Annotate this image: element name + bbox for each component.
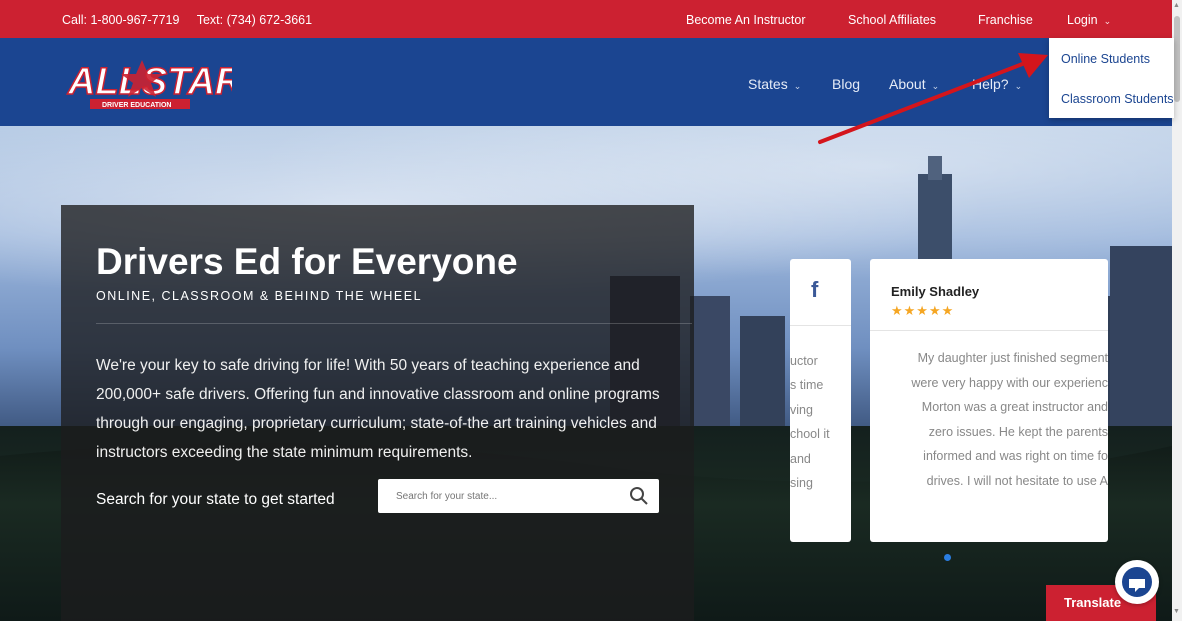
top-utility-bar: Call: 1-800-967-7719 Text: (734) 672-366…	[0, 0, 1172, 38]
review-fragment: s time	[790, 378, 824, 392]
review-text-line: Morton was a great instructor and	[921, 400, 1108, 414]
search-icon[interactable]	[629, 486, 649, 506]
scrollbar-thumb[interactable]	[1174, 16, 1180, 102]
review-text-line: zero issues. He kept the parents	[928, 425, 1108, 439]
login-dropdown: Online Students Classroom Students	[1049, 38, 1174, 118]
carousel-dot[interactable]	[944, 554, 951, 561]
hero-description: We're your key to safe driving for life!…	[96, 357, 660, 461]
hero-divider	[96, 323, 692, 324]
state-search-input[interactable]	[378, 479, 618, 513]
review-card: Emily Shadley ★★★★★ My daughter just fin…	[870, 259, 1108, 542]
chevron-down-icon: ⌄	[793, 81, 802, 91]
school-affiliates-link[interactable]: School Affiliates	[848, 13, 936, 27]
facebook-review-card: f uctor s time ving chool it and sing	[790, 259, 851, 542]
phone-text[interactable]: Text: (734) 672-3661	[197, 13, 312, 27]
logo-tagline: DRIVER EDUCATION	[102, 102, 171, 109]
card-divider	[790, 325, 851, 326]
reviewer-name: Emily Shadley	[891, 284, 980, 299]
review-fragment: uctor	[790, 354, 818, 368]
login-menu[interactable]: Login ⌄	[1067, 13, 1111, 27]
review-fragment: and	[790, 452, 811, 466]
dropdown-classroom-students[interactable]: Classroom Students	[1061, 92, 1174, 106]
review-fragment: ving	[790, 403, 813, 417]
login-label: Login	[1067, 13, 1098, 27]
scroll-up-icon[interactable]: ▲	[1173, 2, 1180, 9]
allstar-logo[interactable]: ALLSTAR DRIVER EDUCATION	[64, 58, 244, 112]
star-rating: ★★★★★	[891, 303, 955, 318]
nav-states-label: States	[748, 76, 788, 92]
review-text-line: drives. I will not hesitate to use A	[926, 474, 1108, 488]
hero-section: Drivers Ed for Everyone ONLINE, CLASSROO…	[0, 126, 1172, 621]
card-divider	[870, 330, 1108, 331]
nav-item-states[interactable]: States ⌄	[748, 76, 801, 92]
facebook-icon[interactable]: f	[811, 277, 818, 303]
review-text-line: My daughter just finished segment	[917, 351, 1108, 365]
scroll-down-icon[interactable]: ▼	[1173, 608, 1180, 615]
contact-info: Call: 1-800-967-7719 Text: (734) 672-366…	[62, 13, 326, 27]
allstar-logo-graphic: ALLSTAR DRIVER EDUCATION	[66, 60, 244, 109]
hero-subtitle: ONLINE, CLASSROOM & BEHIND THE WHEEL	[96, 289, 423, 303]
chat-button[interactable]	[1115, 560, 1159, 604]
annotation-arrow-icon	[818, 53, 1048, 144]
search-label: Search for your state to get started	[96, 491, 335, 508]
review-fragment: chool it	[790, 427, 830, 441]
become-instructor-link[interactable]: Become An Instructor	[686, 13, 806, 27]
review-text-line: informed and was right on time fo	[923, 449, 1108, 463]
review-text-line: were very happy with our experienc	[911, 376, 1108, 390]
chat-icon	[1122, 567, 1152, 597]
state-search-box	[378, 479, 659, 513]
phone-call[interactable]: Call: 1-800-967-7719	[62, 13, 179, 27]
hero-panel: Drivers Ed for Everyone ONLINE, CLASSROO…	[61, 205, 694, 621]
review-fragment: sing	[790, 476, 813, 490]
hero-title: Drivers Ed for Everyone	[96, 241, 518, 282]
chevron-down-icon: ⌄	[1103, 16, 1112, 26]
dropdown-online-students[interactable]: Online Students	[1061, 52, 1150, 66]
franchise-link[interactable]: Franchise	[978, 13, 1033, 27]
